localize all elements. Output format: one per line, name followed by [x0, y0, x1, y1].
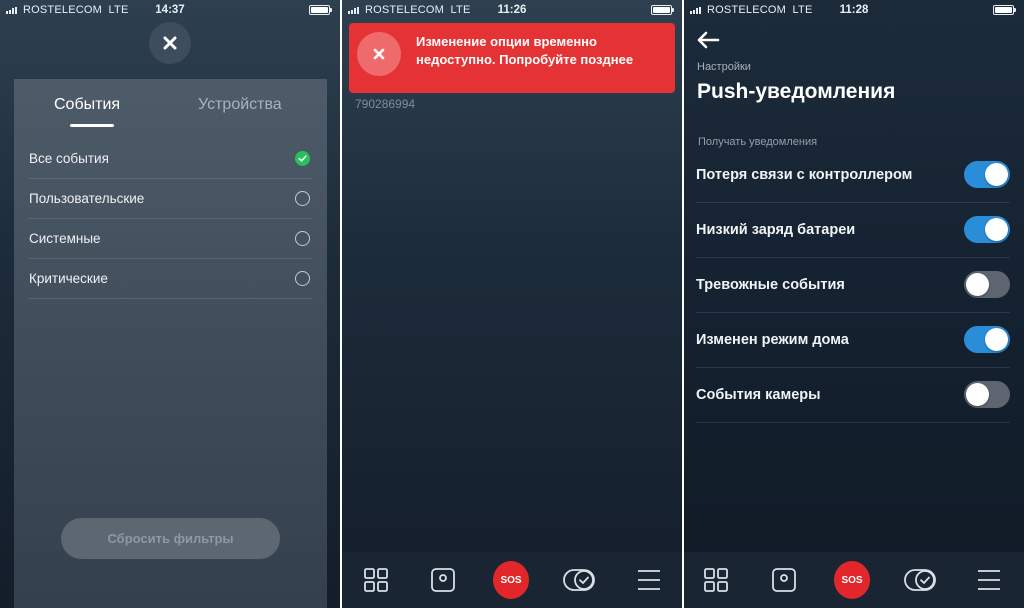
setting-label: Потеря связи с контроллером: [696, 167, 913, 183]
battery-icon: [651, 5, 674, 15]
filter-option-label: Пользовательские: [29, 191, 145, 206]
radio-icon[interactable]: [295, 271, 310, 286]
device-icon: [772, 568, 796, 592]
camera-events-toggle[interactable]: [964, 381, 1010, 408]
menu-icon: [638, 570, 660, 590]
page-title: Push-уведомления: [697, 80, 896, 103]
error-icon: [357, 32, 401, 76]
setting-label: Тревожные события: [696, 277, 845, 293]
grid-icon: [364, 568, 388, 592]
error-toast[interactable]: Изменение опции временно недоступно. Поп…: [349, 23, 675, 93]
notification-settings-list: Потеря связи с контроллером Низкий заряд…: [696, 148, 1010, 423]
menu-icon: [978, 570, 1000, 590]
nav-menu-button[interactable]: [631, 562, 667, 598]
nav-dashboard-button[interactable]: [358, 562, 394, 598]
battery-icon: [309, 5, 332, 15]
tab-events[interactable]: События: [54, 96, 120, 114]
events-filter-screen: ROSTELECOM LTE 14:37 События Устройства …: [0, 0, 340, 608]
push-settings-screen: ROSTELECOM LTE 11:28 Настройки Push-увед…: [684, 0, 1024, 608]
active-tab-indicator: [70, 124, 114, 127]
bottom-nav: SOS: [342, 552, 682, 608]
sos-icon: SOS: [834, 561, 870, 599]
arm-toggle-icon: [563, 569, 595, 591]
status-time: 11:26: [497, 4, 527, 16]
status-bar: ROSTELECOM LTE 14:37: [0, 0, 340, 20]
close-button[interactable]: [149, 22, 191, 64]
grid-icon: [704, 568, 728, 592]
filter-option-system[interactable]: Системные: [28, 219, 312, 259]
check-icon[interactable]: [295, 151, 310, 166]
error-toast-screen: ROSTELECOM LTE 11:26 Изменение опции вре…: [342, 0, 682, 608]
nav-sos-button[interactable]: SOS: [493, 561, 529, 599]
radio-icon[interactable]: [295, 231, 310, 246]
filter-options-list: Все события Пользовательские Системные К…: [28, 139, 312, 299]
nav-security-toggle[interactable]: [903, 562, 939, 598]
filter-sheet: События Устройства Все события Пользоват…: [14, 79, 327, 608]
account-number: 790286994: [355, 97, 416, 111]
error-toast-message: Изменение опции временно недоступно. Поп…: [416, 34, 634, 67]
filter-option-all[interactable]: Все события: [28, 139, 312, 179]
filter-option-label: Все события: [29, 151, 109, 166]
reset-filters-button[interactable]: Сбросить фильтры: [61, 518, 280, 559]
sos-icon: SOS: [493, 561, 529, 599]
nav-devices-button[interactable]: [425, 562, 461, 598]
back-button[interactable]: [696, 30, 720, 55]
setting-row-home-mode: Изменен режим дома: [696, 313, 1010, 368]
breadcrumb: Настройки: [697, 61, 751, 73]
setting-row-connection-loss: Потеря связи с контроллером: [696, 148, 1010, 203]
filter-option-critical[interactable]: Критические: [28, 259, 312, 299]
tab-devices[interactable]: Устройства: [198, 96, 282, 114]
filter-option-label: Критические: [29, 271, 108, 286]
section-label: Получать уведомления: [698, 136, 818, 148]
setting-label: События камеры: [696, 387, 821, 403]
status-bar: ROSTELECOM LTE 11:26: [342, 0, 682, 20]
setting-label: Низкий заряд батареи: [696, 222, 856, 238]
status-bar: ROSTELECOM LTE 11:28: [684, 0, 1024, 20]
filter-option-user[interactable]: Пользовательские: [28, 179, 312, 219]
setting-row-alarm-events: Тревожные события: [696, 258, 1010, 313]
nav-devices-button[interactable]: [766, 562, 802, 598]
setting-row-low-battery: Низкий заряд батареи: [696, 203, 1010, 258]
home-mode-toggle[interactable]: [964, 326, 1010, 353]
nav-sos-button[interactable]: SOS: [834, 561, 870, 599]
radio-icon[interactable]: [295, 191, 310, 206]
setting-row-camera-events: События камеры: [696, 368, 1010, 423]
back-arrow-icon: [697, 31, 720, 49]
low-battery-toggle[interactable]: [964, 216, 1010, 243]
nav-dashboard-button[interactable]: [698, 562, 734, 598]
close-icon: [163, 36, 177, 50]
alarm-events-toggle[interactable]: [964, 271, 1010, 298]
status-time: 11:28: [839, 4, 869, 16]
filter-option-label: Системные: [29, 231, 101, 246]
nav-security-toggle[interactable]: [562, 562, 598, 598]
arm-toggle-icon: [904, 569, 936, 591]
status-time: 14:37: [155, 4, 185, 16]
setting-label: Изменен режим дома: [696, 332, 849, 348]
device-icon: [431, 568, 455, 592]
battery-icon: [993, 5, 1016, 15]
connection-loss-toggle[interactable]: [964, 161, 1010, 188]
nav-menu-button[interactable]: [971, 562, 1007, 598]
bottom-nav: SOS: [684, 552, 1024, 608]
